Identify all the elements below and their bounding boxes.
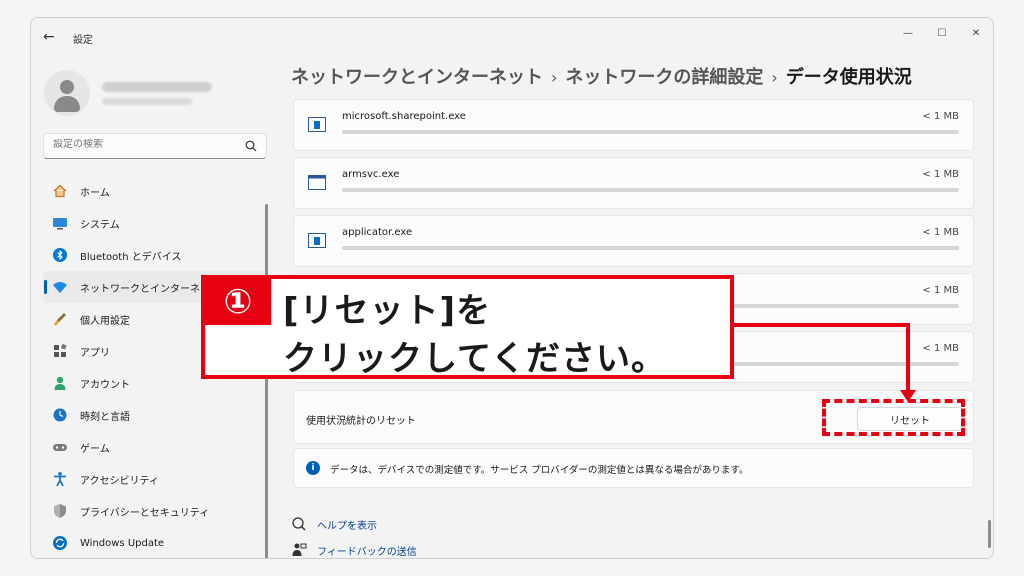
- brush-icon: [52, 311, 68, 327]
- usage-bar: [342, 246, 959, 250]
- reset-label: 使用状況統計のリセット: [306, 416, 416, 427]
- home-icon: [52, 183, 68, 199]
- globe-clock-icon: [52, 407, 68, 423]
- search-input[interactable]: [53, 139, 233, 150]
- settings-search[interactable]: [43, 133, 267, 159]
- sidebar-item-privacy[interactable]: プライバシーとセキュリティ: [43, 495, 267, 527]
- app-size: < 1 MB: [922, 227, 959, 238]
- annotation-line-2: クリックしてください。: [283, 339, 666, 379]
- shield-icon: [52, 503, 68, 519]
- breadcrumb-advanced[interactable]: ネットワークの詳細設定: [565, 67, 763, 88]
- sidebar-item-home[interactable]: ホーム: [43, 175, 267, 207]
- app-usage-row: microsoft.sharepoint.exe < 1 MB: [293, 99, 974, 151]
- info-text: データは、デバイスでの測定値です。サービス プロバイダーの測定値とは異なる場合が…: [330, 465, 749, 476]
- help-link[interactable]: ヘルプを表示: [291, 515, 377, 533]
- breadcrumb: ネットワークとインターネット › ネットワークの詳細設定 › データ使用状況: [291, 63, 912, 89]
- active-indicator: [44, 280, 47, 294]
- help-icon: [291, 516, 307, 532]
- close-button[interactable]: ✕: [959, 18, 993, 48]
- annotation-line-1: [リセット]を: [283, 291, 492, 331]
- sidebar-item-windows-update[interactable]: Windows Update: [43, 527, 267, 558]
- app-name: armsvc.exe: [342, 169, 400, 180]
- app-size: < 1 MB: [922, 111, 959, 122]
- wifi-icon: [52, 279, 68, 295]
- app-size: < 1 MB: [922, 285, 959, 296]
- breadcrumb-separator: ›: [771, 68, 778, 87]
- sidebar-item-system[interactable]: システム: [43, 207, 267, 239]
- accessibility-icon: [52, 471, 68, 487]
- search-icon[interactable]: [244, 139, 258, 153]
- info-icon: i: [306, 461, 320, 475]
- sidebar-item-accessibility[interactable]: アクセシビリティ: [43, 463, 267, 495]
- apps-icon: [52, 343, 68, 359]
- user-profile[interactable]: [44, 70, 264, 118]
- app-window-icon: [308, 175, 326, 190]
- breadcrumb-separator: ›: [551, 68, 558, 87]
- avatar: [44, 70, 90, 116]
- gamepad-icon: [52, 439, 68, 455]
- bluetooth-icon: [52, 247, 68, 263]
- user-name-blurred: [102, 82, 212, 92]
- feedback-link[interactable]: フィードバックの送信: [291, 541, 417, 558]
- app-name: applicator.exe: [342, 227, 413, 238]
- usage-bar: [342, 188, 959, 192]
- app-size: < 1 MB: [922, 343, 959, 354]
- sidebar-item-gaming[interactable]: ゲーム: [43, 431, 267, 463]
- maximize-button[interactable]: ☐: [925, 18, 959, 48]
- back-arrow-icon[interactable]: ←: [43, 29, 59, 45]
- app-window-icon: [308, 233, 326, 248]
- step-badge: ①: [205, 279, 271, 325]
- sidebar-item-bluetooth[interactable]: Bluetooth とデバイス: [43, 239, 267, 271]
- app-usage-row: applicator.exe < 1 MB: [293, 215, 974, 267]
- account-icon: [52, 375, 68, 391]
- page-title: データ使用状況: [785, 67, 912, 88]
- app-window-icon: [308, 117, 326, 132]
- user-email-blurred: [102, 98, 192, 105]
- app-usage-row: armsvc.exe < 1 MB: [293, 157, 974, 209]
- feedback-icon: [291, 542, 307, 558]
- sidebar-item-time-language[interactable]: 時刻と言語: [43, 399, 267, 431]
- info-banner: i データは、デバイスでの測定値です。サービス プロバイダーの測定値とは異なる場…: [293, 448, 974, 488]
- app-size: < 1 MB: [922, 169, 959, 180]
- system-icon: [52, 215, 68, 231]
- highlight-box: [822, 399, 965, 436]
- main-scrollbar[interactable]: [988, 520, 991, 548]
- app-title: 設定: [73, 35, 93, 46]
- minimize-button[interactable]: —: [891, 18, 925, 48]
- update-icon: [52, 535, 68, 551]
- annotation-callout: ① [リセット]を クリックしてください。: [201, 275, 734, 379]
- title-bar: ← 設定 — ☐ ✕: [31, 18, 993, 56]
- breadcrumb-network[interactable]: ネットワークとインターネット: [291, 67, 543, 88]
- usage-bar: [342, 130, 959, 134]
- window-controls: — ☐ ✕: [891, 18, 993, 48]
- sidebar-scrollbar[interactable]: [265, 204, 268, 558]
- app-name: microsoft.sharepoint.exe: [342, 111, 466, 122]
